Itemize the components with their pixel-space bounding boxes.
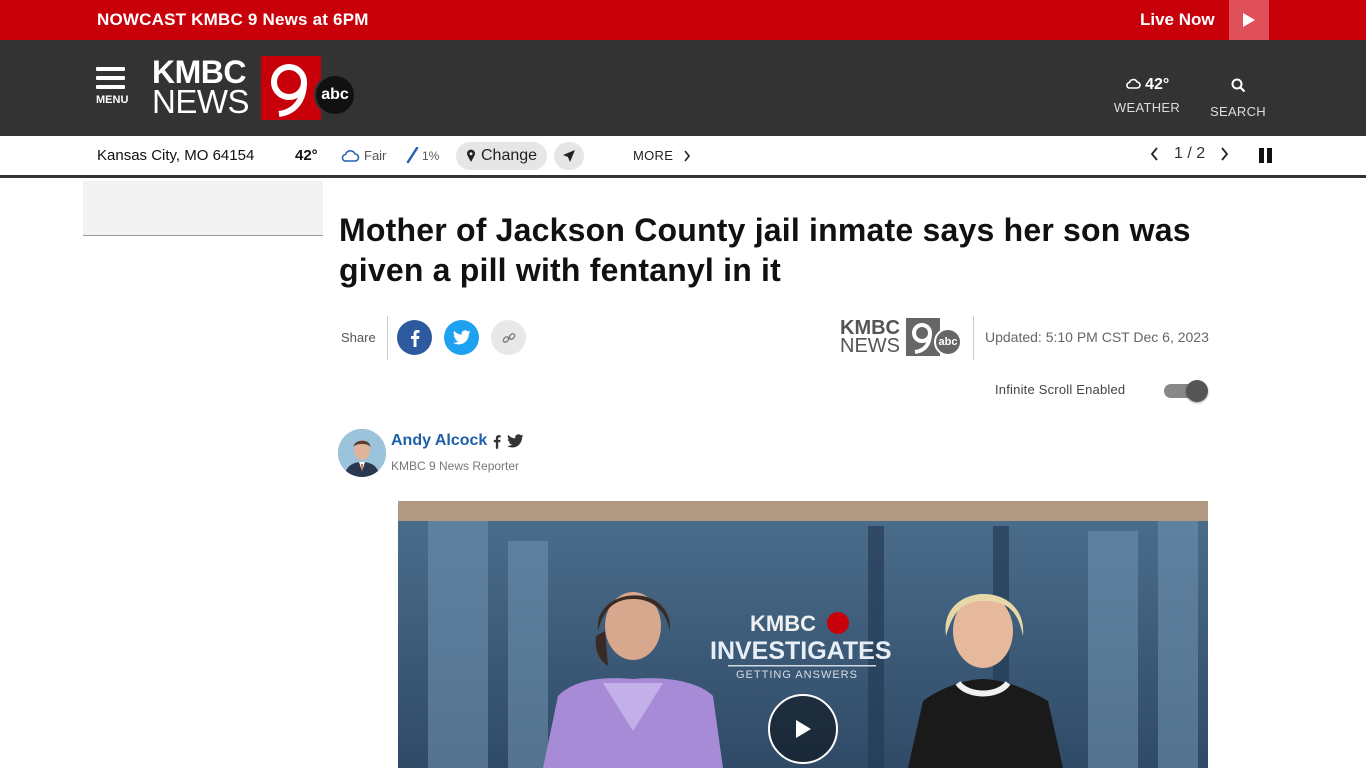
copy-link-button[interactable] bbox=[491, 320, 526, 355]
facebook-share-button[interactable] bbox=[397, 320, 432, 355]
change-label: Change bbox=[481, 147, 538, 164]
chevron-right-icon bbox=[684, 150, 691, 161]
more-label: MORE bbox=[633, 148, 674, 163]
infinite-scroll-toggle[interactable] bbox=[1164, 380, 1208, 402]
nowcast-prefix: NOWCAST bbox=[97, 10, 187, 29]
chevron-left-icon[interactable] bbox=[1150, 147, 1160, 161]
menu-button[interactable]: MENU bbox=[96, 67, 132, 106]
nowcast-text[interactable]: NOWCAST KMBC 9 News at 6PM bbox=[97, 10, 369, 30]
author-role: KMBC 9 News Reporter bbox=[391, 459, 520, 473]
search-button[interactable]: SEARCH bbox=[1208, 78, 1268, 119]
precip-text: 1% bbox=[422, 149, 440, 163]
search-icon bbox=[1231, 78, 1245, 93]
share-divider bbox=[387, 316, 388, 360]
site-header: MENU KMBC NEWS abc 42° WEATHER SEARCH bbox=[0, 40, 1366, 136]
link-icon bbox=[502, 332, 515, 343]
author-name-link[interactable]: Andy Alcock bbox=[391, 432, 487, 450]
updated-timestamp: Updated: 5:10 PM CST Dec 6, 2023 bbox=[985, 329, 1209, 345]
hamburger-icon bbox=[96, 67, 132, 89]
geolocate-button[interactable] bbox=[554, 142, 584, 170]
channel-9-logo-icon bbox=[261, 56, 321, 120]
header-temp: 42° bbox=[1145, 76, 1170, 93]
raindrop-icon bbox=[406, 147, 419, 164]
menu-label: MENU bbox=[96, 94, 129, 106]
play-icon bbox=[1243, 13, 1255, 27]
site-logo[interactable]: KMBC NEWS bbox=[152, 56, 250, 120]
nowcast-title: KMBC 9 News at 6PM bbox=[191, 10, 369, 29]
nowcast-banner[interactable]: NOWCAST KMBC 9 News at 6PM Live Now bbox=[0, 0, 1366, 40]
twitter-share-button[interactable] bbox=[444, 320, 479, 355]
weather-condition: Fair bbox=[340, 147, 386, 163]
condition-text: Fair bbox=[364, 147, 387, 163]
share-label: Share bbox=[341, 330, 376, 345]
source-logo-abc: abc bbox=[934, 328, 962, 356]
location-city: Kansas City, MO 64154 bbox=[97, 147, 255, 164]
source-logo-news: NEWS bbox=[840, 335, 900, 357]
live-play-button[interactable] bbox=[1229, 0, 1269, 40]
pause-icon[interactable] bbox=[1259, 148, 1273, 163]
partly-cloudy-icon bbox=[1125, 78, 1141, 89]
chevron-right-icon[interactable] bbox=[1219, 147, 1229, 161]
video-play-button[interactable] bbox=[768, 694, 838, 764]
infinite-scroll-label: Infinite Scroll Enabled bbox=[995, 382, 1126, 397]
author-line: Andy Alcock bbox=[391, 432, 524, 450]
more-button[interactable]: MORE bbox=[633, 148, 691, 163]
facebook-icon[interactable] bbox=[493, 434, 501, 449]
weather-label: WEATHER bbox=[1113, 100, 1181, 115]
svg-text:GETTING ANSWERS: GETTING ANSWERS bbox=[736, 669, 858, 681]
svg-text:INVESTIGATES: INVESTIGATES bbox=[710, 637, 892, 665]
pager-count: 1 / 2 bbox=[1174, 145, 1206, 162]
location-pin-icon bbox=[467, 149, 475, 162]
search-label: SEARCH bbox=[1210, 104, 1266, 119]
location-temp: 42° bbox=[295, 147, 318, 164]
meta-divider bbox=[973, 316, 974, 360]
source-logo: KMBC NEWS abc bbox=[840, 318, 965, 358]
precipitation: 1% bbox=[405, 147, 439, 165]
article-headline: Mother of Jackson County jail inmate say… bbox=[339, 212, 1191, 288]
twitter-icon bbox=[452, 330, 470, 345]
left-rail-box bbox=[83, 181, 323, 236]
twitter-icon[interactable] bbox=[507, 434, 524, 448]
logo-news: NEWS bbox=[152, 83, 250, 120]
play-icon bbox=[796, 720, 811, 738]
live-now-label[interactable]: Live Now bbox=[1140, 10, 1215, 30]
ticker-pager: 1 / 2 bbox=[1150, 145, 1229, 163]
abc-logo: abc bbox=[314, 74, 356, 116]
change-location-button[interactable]: Change bbox=[456, 142, 548, 170]
location-weather-bar: Kansas City, MO 64154 42° Fair 1% Change… bbox=[0, 136, 1366, 178]
facebook-icon bbox=[410, 329, 419, 347]
cloud-icon bbox=[341, 150, 360, 162]
navigation-arrow-icon bbox=[563, 150, 575, 162]
author-avatar[interactable] bbox=[338, 429, 386, 477]
weather-button[interactable]: 42° WEATHER bbox=[1112, 76, 1182, 115]
svg-text:KMBC: KMBC bbox=[750, 611, 816, 636]
